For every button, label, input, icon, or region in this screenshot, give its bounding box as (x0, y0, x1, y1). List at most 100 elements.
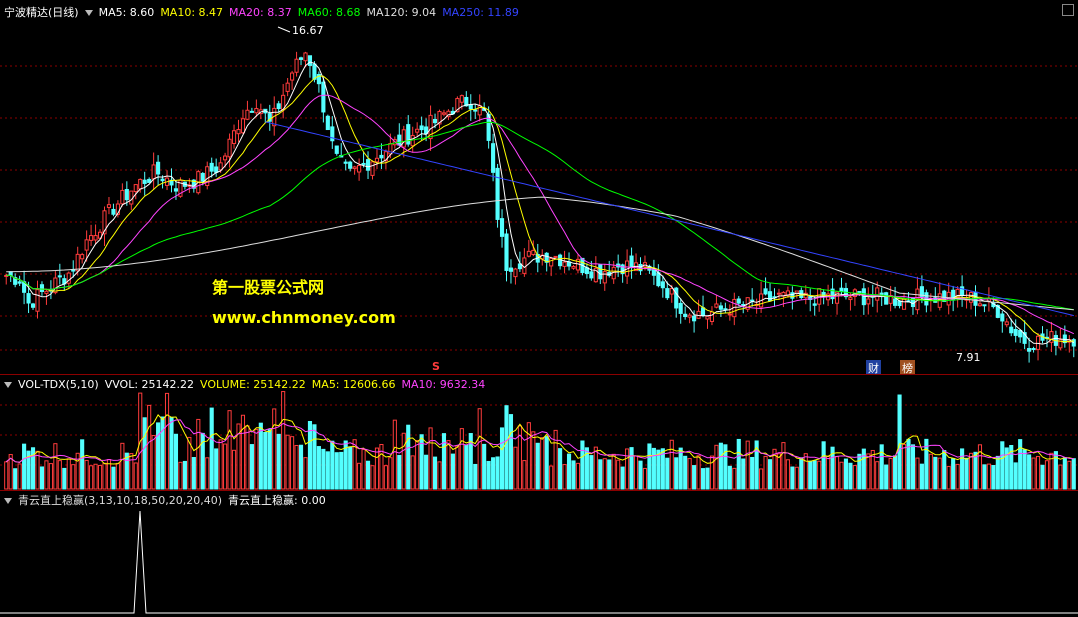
volume-bar-119 (535, 442, 540, 490)
volume-bar-178 (799, 457, 804, 490)
candle-body-109 (491, 143, 496, 173)
list-tag[interactable]: 榜 (900, 360, 915, 374)
candle-body-191 (857, 290, 862, 294)
candle-body-34 (156, 161, 161, 175)
ma-label-2: MA20: 8.37 (229, 6, 292, 19)
volume-pane[interactable]: VOL-TDX(5,10) VVOL: 25142.22 VOLUME: 25142… (0, 374, 1078, 491)
candle-body-51 (231, 130, 237, 144)
volume-bar-105 (473, 463, 478, 490)
candle-body-69 (312, 63, 317, 80)
candle-body-80 (361, 162, 366, 165)
ma-label-1: MA10: 8.47 (160, 6, 224, 19)
volume-bar-67 (303, 457, 308, 490)
high-pointer-line (277, 26, 291, 33)
candle-body-54 (245, 109, 250, 120)
price-pane[interactable]: 宁波精达(日线) MA5: 8.60 MA10: 8.47 MA20: 8.37 MA6… (0, 0, 1078, 374)
candle-body-171 (767, 291, 773, 302)
volume-bar-13 (62, 467, 67, 490)
dropdown-icon[interactable] (4, 498, 12, 504)
volume-bar-169 (759, 468, 764, 490)
candle-body-153 (687, 314, 692, 318)
volume-bar-148 (665, 457, 670, 490)
volume-bar-151 (678, 447, 683, 490)
volume-bar-117 (526, 422, 531, 490)
volume-bar-236 (1058, 464, 1063, 490)
candle-body-230 (1031, 348, 1036, 351)
volume-bar-167 (750, 456, 755, 490)
volume-bar-22 (102, 462, 107, 490)
volume-bar-101 (455, 445, 460, 490)
candle-body-131 (589, 271, 594, 279)
candle-body-218 (977, 303, 983, 307)
volume-bar-49 (223, 443, 228, 490)
volume-bar-91 (410, 455, 415, 490)
dropdown-icon[interactable] (84, 10, 93, 16)
volume-bar-92 (415, 440, 420, 490)
candle-body-195 (875, 287, 880, 301)
volume-chart[interactable] (0, 375, 1078, 491)
indicator-pane[interactable]: 青云直上稳赢(3,13,10,18,50,20,20,40) 青云直上稳赢: 0.… (0, 490, 1078, 617)
candle-body-27 (124, 189, 129, 201)
candle-body-79 (357, 165, 362, 173)
volume-bar-157 (705, 467, 710, 490)
volume-bar-58 (263, 431, 268, 490)
maximize-icon[interactable] (1062, 4, 1074, 16)
volume-bar-90 (406, 424, 411, 490)
volume-bar-95 (428, 427, 433, 490)
volume-bar-56 (254, 428, 259, 490)
candle-body-72 (325, 115, 330, 131)
volume-bar-70 (316, 446, 321, 490)
candle-body-48 (218, 162, 223, 171)
finance-tag[interactable]: 财 (866, 360, 881, 374)
volume-bar-228 (1022, 449, 1027, 490)
candle-body-74 (334, 145, 339, 154)
candle-body-199 (893, 298, 898, 306)
ma-label-4: MA120: 9.04 (366, 6, 437, 19)
candle-body-31 (142, 179, 147, 184)
volume-bar-129 (580, 440, 585, 490)
candle-body-117 (526, 250, 531, 257)
vol-label-1: VOLUME: 25142.22 (200, 378, 306, 391)
candle-body-196 (879, 292, 884, 295)
volume-bar-184 (826, 456, 831, 490)
volume-bar-181 (812, 460, 817, 490)
volume-bar-128 (575, 462, 581, 490)
candle-body-122 (549, 257, 554, 267)
volume-bar-94 (424, 454, 429, 490)
volume-bar-106 (477, 408, 482, 490)
volume-bar-98 (441, 433, 447, 490)
volume-bar-188 (843, 458, 849, 490)
volume-bar-158 (709, 455, 715, 490)
volume-bar-150 (674, 457, 679, 490)
volume-bar-19 (89, 465, 94, 490)
volume-bar-62 (281, 391, 286, 490)
candle-body-83 (374, 157, 380, 163)
volume-bar-201 (901, 443, 907, 490)
volume-bar-142 (638, 460, 643, 490)
ma60-line (6, 121, 1074, 311)
price-chart[interactable] (0, 0, 1078, 374)
candle-body-92 (415, 128, 420, 133)
volume-bar-126 (566, 453, 572, 490)
volume-bar-12 (57, 460, 62, 490)
volume-bar-4 (22, 443, 27, 490)
candle-body-24 (111, 208, 116, 215)
volume-bar-116 (522, 460, 527, 490)
volume-bar-134 (602, 458, 607, 490)
price-header: 宁波精达(日线) MA5: 8.60 MA10: 8.47 MA20: 8.37 MA6… (4, 6, 531, 20)
dropdown-icon[interactable] (4, 382, 12, 388)
candle-body-146 (656, 272, 661, 287)
volume-bar-86 (388, 457, 393, 490)
volume-bar-103 (464, 444, 469, 490)
candle-body-49 (223, 155, 228, 161)
indicator-chart[interactable] (0, 491, 1078, 617)
volume-bar-123 (553, 429, 558, 490)
volume-bar-24 (111, 466, 116, 490)
volume-bar-81 (365, 460, 371, 490)
volume-bar-87 (392, 419, 397, 490)
ma120-line (6, 196, 1074, 311)
volume-bar-153 (687, 458, 692, 490)
volume-bar-173 (776, 453, 782, 490)
volume-bar-46 (209, 407, 214, 490)
candle-body-96 (432, 118, 438, 124)
